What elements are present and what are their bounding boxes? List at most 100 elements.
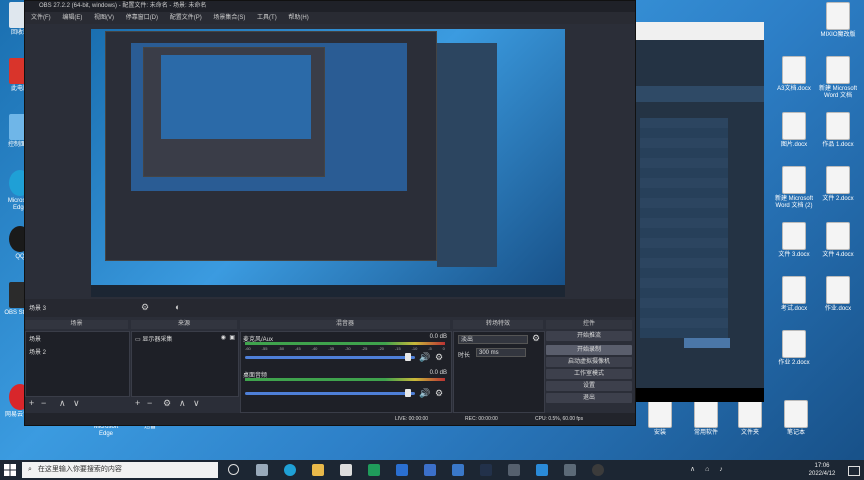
transition-select[interactable]: 淡出 (458, 335, 528, 344)
transition-settings-icon[interactable]: ⚙ (532, 333, 540, 344)
lock-icon[interactable]: ▣ (229, 334, 235, 341)
move-down-icon[interactable]: ∨ (73, 399, 80, 408)
exit-button[interactable]: 退出 (546, 393, 632, 403)
desktop-icon-right-5[interactable]: 新建 Microsoft Word 文档 (2) (774, 166, 814, 210)
document-icon (782, 222, 806, 250)
scene-item[interactable]: 场景 2 (26, 345, 129, 358)
desktop-icon-right-10[interactable]: 作业.docx (818, 276, 858, 320)
volume-slider[interactable] (245, 356, 415, 359)
browser-button[interactable] (684, 338, 730, 348)
obs-preview[interactable] (91, 29, 565, 297)
start-recording-button[interactable]: 开始录制 (546, 345, 632, 355)
desktop-icon-right-13[interactable]: 常用软件 (686, 400, 726, 444)
chevron-up-icon[interactable]: ∧ (690, 466, 695, 473)
volume-meter (245, 378, 445, 381)
desktop-icon-label: 文件 3.docx (778, 252, 810, 258)
obs-taskbar-icon[interactable] (592, 464, 604, 476)
filter-icon[interactable]: ◐ (175, 302, 180, 312)
source-down-icon[interactable]: ∨ (193, 399, 200, 408)
desktop-icon-label: 笔记本 (786, 430, 805, 436)
task-view-icon[interactable] (228, 464, 239, 475)
add-source-icon[interactable]: + (135, 399, 140, 408)
menu-file[interactable]: 文件(F) (31, 15, 51, 21)
document-icon (648, 400, 672, 428)
menu-scene-collection[interactable]: 场景集合(S) (213, 15, 245, 21)
desktop-icon-right-2[interactable]: 新建 Microsoft Word 文档 (818, 56, 858, 100)
triangle-app-icon[interactable] (564, 464, 576, 476)
desktop-icon-right-1[interactable]: A3文档.docx (774, 56, 814, 100)
eye-icon[interactable]: ◉ (221, 334, 226, 341)
widgets-icon[interactable] (256, 464, 268, 476)
document-icon (782, 112, 806, 140)
folder-icon[interactable] (312, 464, 324, 476)
volume-slider-handle[interactable] (405, 389, 411, 397)
desktop-icon-right-14[interactable]: 文件夹 (730, 400, 770, 444)
desktop-icon-right-7[interactable]: 文件 3.docx (774, 222, 814, 266)
desktop-icon-thunder[interactable]: 迅雷 (130, 424, 170, 456)
desktop-icon-label: 新建 Microsoft Word 文档 (818, 86, 857, 99)
source-up-icon[interactable]: ∧ (179, 399, 186, 408)
notification-icon[interactable] (848, 466, 860, 476)
desktop-icon-label: 文件夹 (740, 430, 759, 436)
game-icon[interactable] (452, 464, 464, 476)
remove-source-icon[interactable]: − (147, 399, 152, 408)
app-icon[interactable] (396, 464, 408, 476)
shell-icon[interactable] (508, 464, 520, 476)
gear-icon[interactable]: ⚙ (141, 302, 149, 313)
menu-edit[interactable]: 编辑(E) (62, 15, 82, 21)
start-streaming-button[interactable]: 开始推流 (546, 331, 632, 341)
document-icon (826, 56, 850, 84)
document-icon (782, 56, 806, 84)
add-scene-icon[interactable]: + (29, 399, 34, 408)
desktop-icon-right-4[interactable]: 作品 1.docx (818, 112, 858, 156)
desktop-icon-right-0[interactable]: MIXIO魔改版 (818, 2, 858, 46)
duration-input[interactable]: 300 ms (476, 348, 526, 357)
desktop-icon-right-15[interactable]: 笔记本 (776, 400, 816, 444)
desktop-icon-right-12[interactable]: 安装 (640, 400, 680, 444)
move-up-icon[interactable]: ∧ (59, 399, 66, 408)
desktop-icon-right-11[interactable]: 作业 2.docx (774, 330, 814, 374)
menu-docks[interactable]: 停靠窗口(D) (126, 15, 158, 21)
menu-view[interactable]: 视图(V) (94, 15, 114, 21)
store-icon[interactable] (340, 464, 352, 476)
scene-item[interactable]: 场景 (26, 332, 129, 345)
browser-window[interactable] (634, 22, 764, 402)
network-icon[interactable]: ⌂ (705, 466, 709, 473)
volume-icon[interactable]: ♪ (719, 466, 723, 473)
edge-icon[interactable] (284, 464, 296, 476)
nested-preview-2 (161, 55, 311, 139)
desktop-icon-edge-2[interactable]: Microsoft Edge (86, 424, 126, 456)
taskbar-search[interactable]: ⌕ 在这里输入你要搜索的内容 (22, 462, 218, 478)
remove-scene-icon[interactable]: − (41, 399, 46, 408)
studio-mode-button[interactable]: 工作室模式 (546, 369, 632, 379)
source-item[interactable]: ▭ 显示器采集 ◉ ▣ (132, 332, 238, 345)
source-settings-icon[interactable]: ⚙ (163, 399, 171, 408)
desktop-icon-right-8[interactable]: 文件 4.docx (818, 222, 858, 266)
gear-icon[interactable]: ⚙ (435, 388, 443, 399)
desktop-icon-right-6[interactable]: 文件 2.docx (818, 166, 858, 210)
excel-icon[interactable] (368, 464, 380, 476)
document-icon (826, 2, 850, 30)
menu-tools[interactable]: 工具(T) (257, 15, 277, 21)
k-app-icon[interactable] (536, 464, 548, 476)
speaker-icon[interactable]: 🔊 (419, 352, 430, 363)
start-button[interactable] (4, 464, 16, 476)
desktop-icon-label: 图片.docx (780, 142, 808, 148)
chat-icon[interactable] (424, 464, 436, 476)
start-virtual-camera-button[interactable]: 启动虚拟摄像机 (546, 357, 632, 367)
menu-profile[interactable]: 配置文件(P) (170, 15, 202, 21)
volume-slider[interactable] (245, 392, 415, 395)
media-icon[interactable] (480, 464, 492, 476)
clock[interactable]: 17:06 2022/4/12 (800, 462, 844, 478)
desktop-icon-right-3[interactable]: 图片.docx (774, 112, 814, 156)
menu-help[interactable]: 帮助(H) (288, 15, 308, 21)
settings-button[interactable]: 设置 (546, 381, 632, 391)
desktop-icon-right-9[interactable]: 考试.docx (774, 276, 814, 320)
document-icon (782, 166, 806, 194)
gear-icon[interactable]: ⚙ (435, 352, 443, 363)
monitor-icon: ▭ (135, 337, 141, 343)
windows-icon (4, 464, 16, 476)
speaker-icon[interactable]: 🔊 (419, 388, 430, 399)
obs-window[interactable]: OBS 27.2.2 (64-bit, windows) - 配置文件: 未命名… (24, 0, 636, 426)
volume-slider-handle[interactable] (405, 353, 411, 361)
